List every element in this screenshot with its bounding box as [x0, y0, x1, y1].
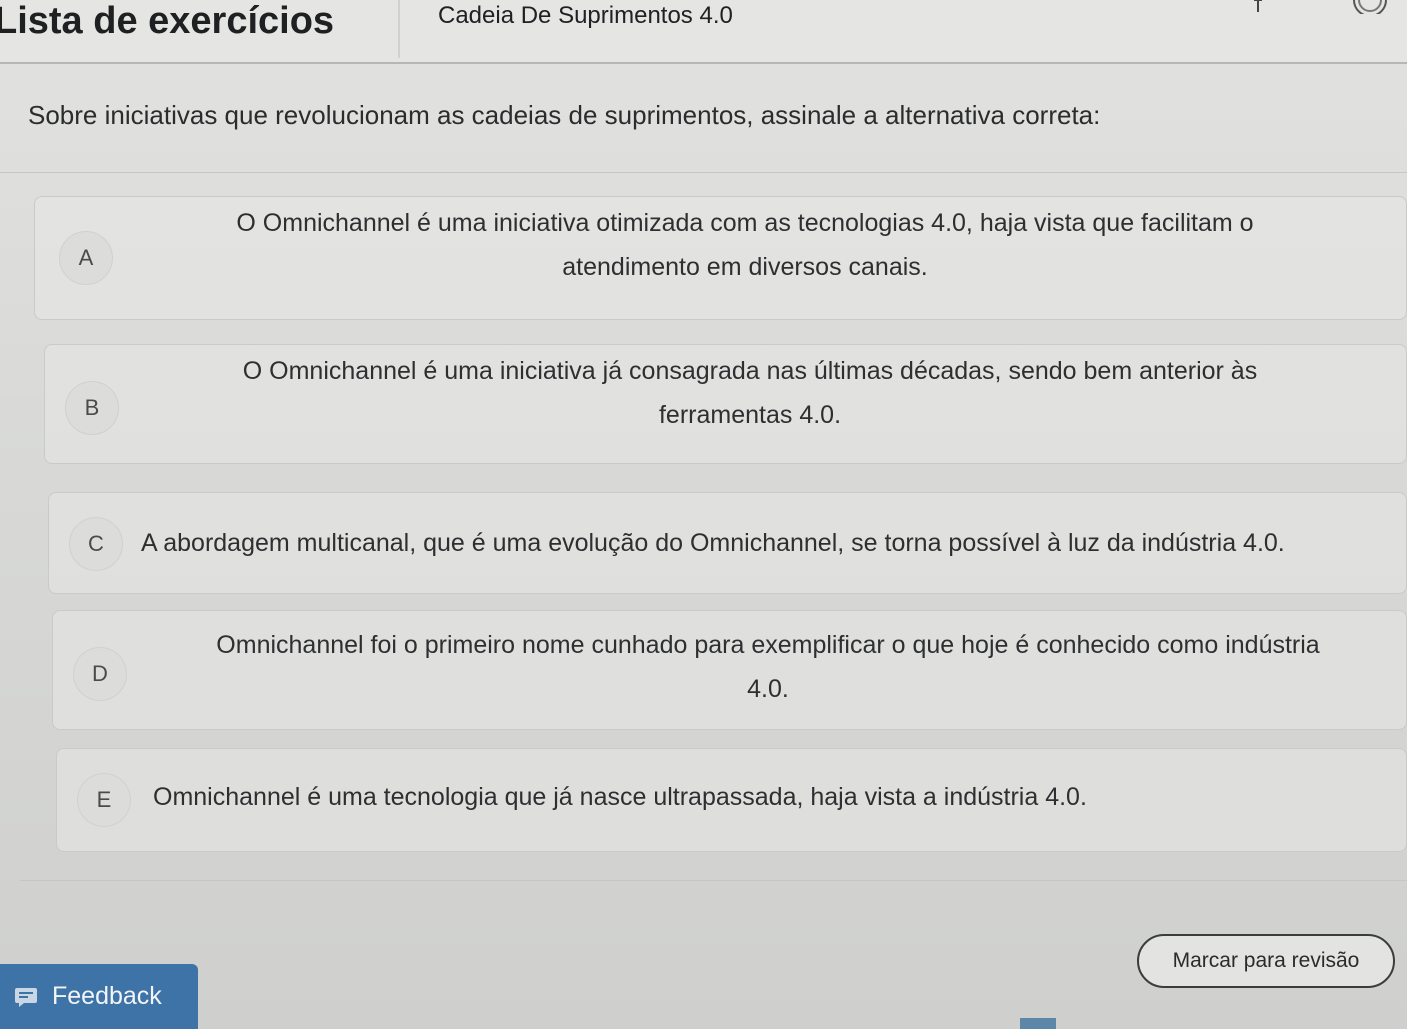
feedback-icon: [15, 987, 37, 1007]
option-c-text: A abordagem multicanal, que é uma evoluç…: [141, 521, 1401, 565]
option-b-line-2: ferramentas 4.0.: [658, 401, 842, 429]
option-d-line-2: 4.0.: [747, 675, 789, 703]
divider: [0, 172, 1407, 173]
mark-for-review-button[interactable]: Marcar para revisão: [1137, 934, 1395, 988]
option-e-line-1: Omnichannel é uma tecnologia que já nasc…: [153, 783, 1087, 811]
option-e[interactable]: E Omnichannel é uma tecnologia que já na…: [56, 748, 1407, 852]
option-a-line-2: atendimento em diversos canais.: [562, 253, 928, 281]
option-a-line-1: O Omnichannel é uma iniciativa otimizada…: [236, 209, 1254, 237]
divider: [20, 880, 1407, 881]
taskbar-fragment: [1020, 1018, 1056, 1029]
header-bar: Lista de exercícios Cadeia De Suprimento…: [0, 0, 1407, 64]
option-d-text: Omnichannel foi o primeiro nome cunhado …: [153, 623, 1383, 711]
option-letter-c: C: [69, 517, 123, 571]
option-b[interactable]: B O Omnichannel é uma iniciativa já cons…: [44, 344, 1407, 464]
feedback-label: Feedback: [52, 982, 162, 1010]
page-title: Lista de exercícios: [0, 0, 335, 42]
option-letter-a: A: [59, 231, 113, 285]
question-statement: Sobre iniciativas que revolucionam as ca…: [28, 100, 1101, 130]
option-a[interactable]: A O Omnichannel é uma iniciativa otimiza…: [34, 196, 1407, 320]
option-c-line-1: A abordagem multicanal, que é uma evoluç…: [141, 529, 1285, 557]
option-d[interactable]: D Omnichannel foi o primeiro nome cunhad…: [52, 610, 1407, 730]
option-letter-d: D: [73, 647, 127, 701]
option-d-line-1: Omnichannel foi o primeiro nome cunhado …: [216, 631, 1320, 659]
option-c[interactable]: C A abordagem multicanal, que é uma evol…: [48, 492, 1407, 594]
avatar-icon[interactable]: [1350, 0, 1390, 14]
option-b-line-1: O Omnichannel é uma iniciativa já consag…: [242, 357, 1258, 385]
option-letter-e: E: [77, 773, 131, 827]
option-e-text: Omnichannel é uma tecnologia que já nasc…: [153, 775, 1353, 819]
option-letter-b: B: [65, 381, 119, 435]
bookmark-icon[interactable]: [1252, 0, 1264, 12]
option-a-text: O Omnichannel é uma iniciativa otimizada…: [155, 201, 1335, 289]
feedback-button[interactable]: Feedback: [0, 964, 198, 1029]
option-b-text: O Omnichannel é uma iniciativa já consag…: [165, 349, 1335, 437]
course-title: Cadeia De Suprimentos 4.0: [438, 2, 733, 29]
header-divider: [398, 0, 400, 58]
